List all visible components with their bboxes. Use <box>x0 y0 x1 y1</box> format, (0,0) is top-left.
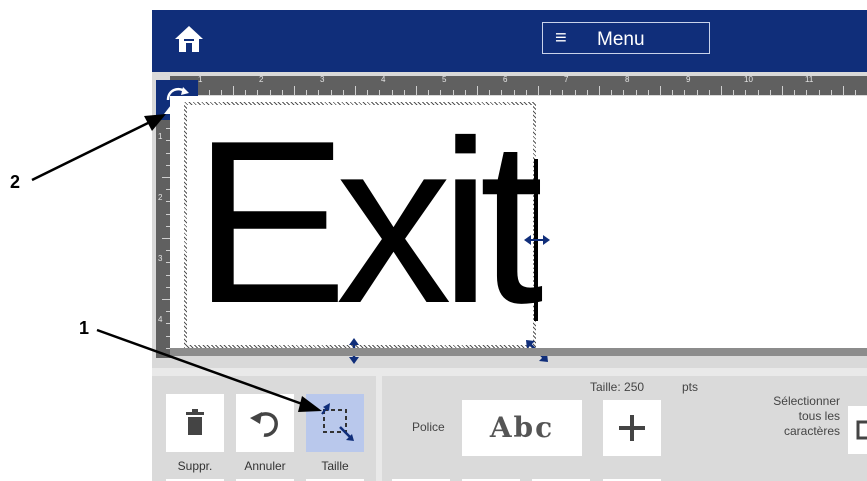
ruler-number: 3 <box>320 76 325 84</box>
ruler-tick <box>855 90 857 95</box>
menu-label: Menu <box>597 29 645 50</box>
bottom-toolbar: Suppr. Annuler Taille Taille: 250 pts Po… <box>152 368 867 481</box>
ruler-number: 7 <box>564 76 569 84</box>
undo-icon <box>250 412 278 437</box>
ruler-number: 11 <box>805 76 814 84</box>
callout-arrow-2 <box>31 121 149 182</box>
select-all-button[interactable] <box>848 406 867 454</box>
horizontal-scrollbar[interactable] <box>170 348 867 356</box>
hamburger-icon: ≡ <box>555 27 567 49</box>
horizontal-resize-icon[interactable] <box>524 234 550 246</box>
ruler-tick <box>769 90 771 95</box>
ruler-tick <box>550 90 552 95</box>
ruler-number: 2 <box>259 76 264 84</box>
ruler-number: 5 <box>442 76 447 84</box>
undo-label: Annuler <box>244 459 286 473</box>
increase-size-button[interactable] <box>603 400 661 456</box>
edit-tools-panel: Suppr. Annuler Taille <box>152 376 376 481</box>
menu-button[interactable]: ≡ Menu <box>542 22 710 54</box>
ruler-number: 4 <box>158 315 163 324</box>
ruler-number: 4 <box>381 76 386 84</box>
font-button[interactable]: Abc <box>462 400 582 456</box>
ruler-number: 6 <box>503 76 508 84</box>
font-label: Police <box>412 420 445 434</box>
ruler-tick <box>830 90 832 95</box>
undo-button[interactable] <box>236 394 294 452</box>
ruler-tick <box>623 90 625 95</box>
home-icon <box>175 26 203 52</box>
ruler-tick <box>672 90 674 95</box>
ruler-number: 10 <box>744 76 753 84</box>
ruler-tick <box>782 86 783 95</box>
select-all-label-line2: tous les <box>798 409 840 423</box>
text-object[interactable]: Exit <box>184 102 544 348</box>
home-button[interactable] <box>174 24 204 54</box>
ruler-number: 9 <box>686 76 691 84</box>
ruler-tick <box>574 90 576 95</box>
ruler-tick <box>794 90 796 95</box>
trash-icon <box>186 409 204 435</box>
ruler-tick <box>684 90 686 95</box>
resize-icon <box>321 403 354 441</box>
size-unit: pts <box>682 380 699 394</box>
ruler-number: 8 <box>625 76 630 84</box>
ruler-tick <box>647 90 649 95</box>
text-format-panel: Taille: 250 pts Police Abc Sélectionner … <box>382 376 867 481</box>
ruler-tick <box>708 90 710 95</box>
ruler-tick <box>599 86 600 95</box>
resize-label: Taille <box>321 459 349 473</box>
delete-label: Suppr. <box>177 459 213 473</box>
ruler-tick <box>660 86 661 95</box>
select-all-label-line3: caractères <box>783 424 840 438</box>
ruler-tick <box>806 90 808 95</box>
ruler-number: 1 <box>198 76 203 84</box>
callout-number-1: 1 <box>79 318 90 338</box>
callout-number-2: 2 <box>10 172 21 192</box>
select-all-label-line1: Sélectionner <box>773 394 840 408</box>
label-text[interactable]: Exit <box>193 107 544 339</box>
ruler-tick <box>538 86 539 95</box>
size-readout: Taille: 250 <box>590 380 645 394</box>
ruler-tick <box>843 86 844 95</box>
vertical-ruler: 1 2 3 4 <box>156 114 171 358</box>
resize-button[interactable] <box>306 394 364 452</box>
top-bar: ≡ Menu <box>152 10 867 72</box>
ruler-tick <box>586 90 588 95</box>
ruler-number: 2 <box>158 193 163 202</box>
ruler-tick <box>733 90 735 95</box>
ruler-tick <box>696 90 698 95</box>
ruler-number: 3 <box>158 254 163 263</box>
ruler-tick <box>818 90 820 95</box>
ruler-tick <box>757 90 759 95</box>
label-editor-area: 1 2 3 4 5 6 7 8 9 10 11 1 2 3 4 Exit <box>152 72 867 368</box>
ruler-tick <box>635 90 637 95</box>
label-canvas[interactable]: Exit <box>170 96 867 364</box>
delete-button[interactable] <box>166 394 224 452</box>
ruler-tick <box>611 90 613 95</box>
plus-icon <box>619 415 645 441</box>
printer-screen: ≡ Menu 1 2 3 4 5 6 7 8 9 10 11 1 2 3 4 E… <box>152 10 867 481</box>
select-all-icon <box>856 420 867 440</box>
ruler-tick <box>745 90 747 95</box>
ruler-tick <box>562 90 564 95</box>
ruler-tick <box>721 86 722 95</box>
ruler-number: 1 <box>158 132 163 141</box>
